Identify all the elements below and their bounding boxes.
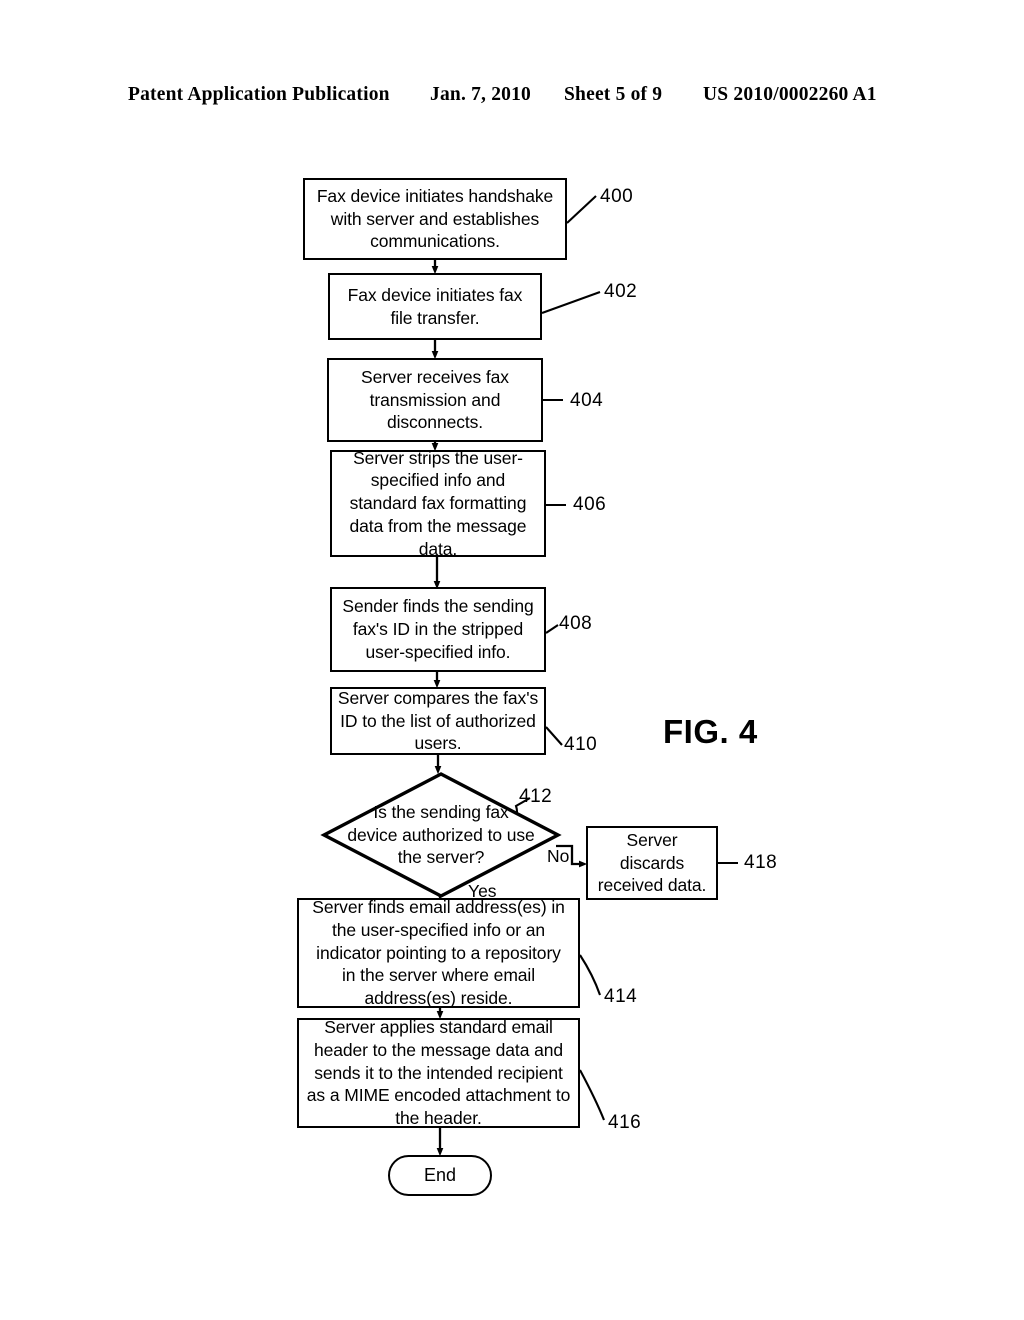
reference-numeral-410: 410	[564, 734, 598, 755]
reference-numeral-404: 404	[570, 390, 604, 411]
process-node-418[interactable]: Server discards received data.	[586, 826, 718, 900]
process-node-408[interactable]: Sender finds the sending fax's ID in the…	[330, 587, 546, 672]
reference-numeral-412: 412	[519, 786, 553, 807]
terminator-node-end[interactable]: End	[388, 1155, 492, 1196]
process-node-404[interactable]: Server receives fax transmission and dis…	[327, 358, 543, 442]
process-node-402[interactable]: Fax device initiates fax file transfer.	[328, 273, 542, 340]
process-node-414-label: Server finds email address(es) in the us…	[312, 897, 565, 1009]
process-node-408-label: Sender finds the sending fax's ID in the…	[342, 596, 534, 662]
reference-numeral-418: 418	[744, 852, 778, 873]
flowchart-figure: Fax device initiates handshake with serv…	[0, 0, 1024, 1320]
process-node-400[interactable]: Fax device initiates handshake with serv…	[303, 178, 567, 260]
reference-numeral-406: 406	[573, 494, 607, 515]
process-node-404-label: Server receives fax transmission and dis…	[361, 366, 509, 433]
reference-numeral-414: 414	[604, 986, 638, 1007]
process-node-418-label: Server discards received data.	[597, 829, 707, 896]
process-node-406[interactable]: Server strips the user- specified info a…	[330, 448, 546, 559]
process-node-416[interactable]: Server applies standard email header to …	[297, 1017, 580, 1129]
branch-label-no: No	[547, 846, 570, 866]
process-node-416-label: Server applies standard email header to …	[306, 1017, 571, 1129]
process-node-406-label: Server strips the user- specified info a…	[349, 447, 527, 559]
process-node-410[interactable]: Server compares the fax's ID to the list…	[330, 687, 546, 755]
reference-numeral-416: 416	[608, 1112, 642, 1133]
reference-numeral-402: 402	[604, 281, 638, 302]
reference-numeral-408: 408	[559, 613, 593, 634]
process-node-410-label: Server compares the fax's ID to the list…	[337, 687, 539, 754]
figure-caption: FIG. 4	[663, 713, 758, 750]
reference-numeral-400: 400	[600, 186, 634, 207]
terminator-node-end-label: End	[423, 1165, 457, 1185]
process-node-414[interactable]: Server finds email address(es) in the us…	[297, 897, 580, 1009]
process-node-400-label: Fax device initiates handshake with serv…	[316, 185, 554, 252]
process-node-402-label: Fax device initiates fax file transfer.	[347, 284, 523, 328]
